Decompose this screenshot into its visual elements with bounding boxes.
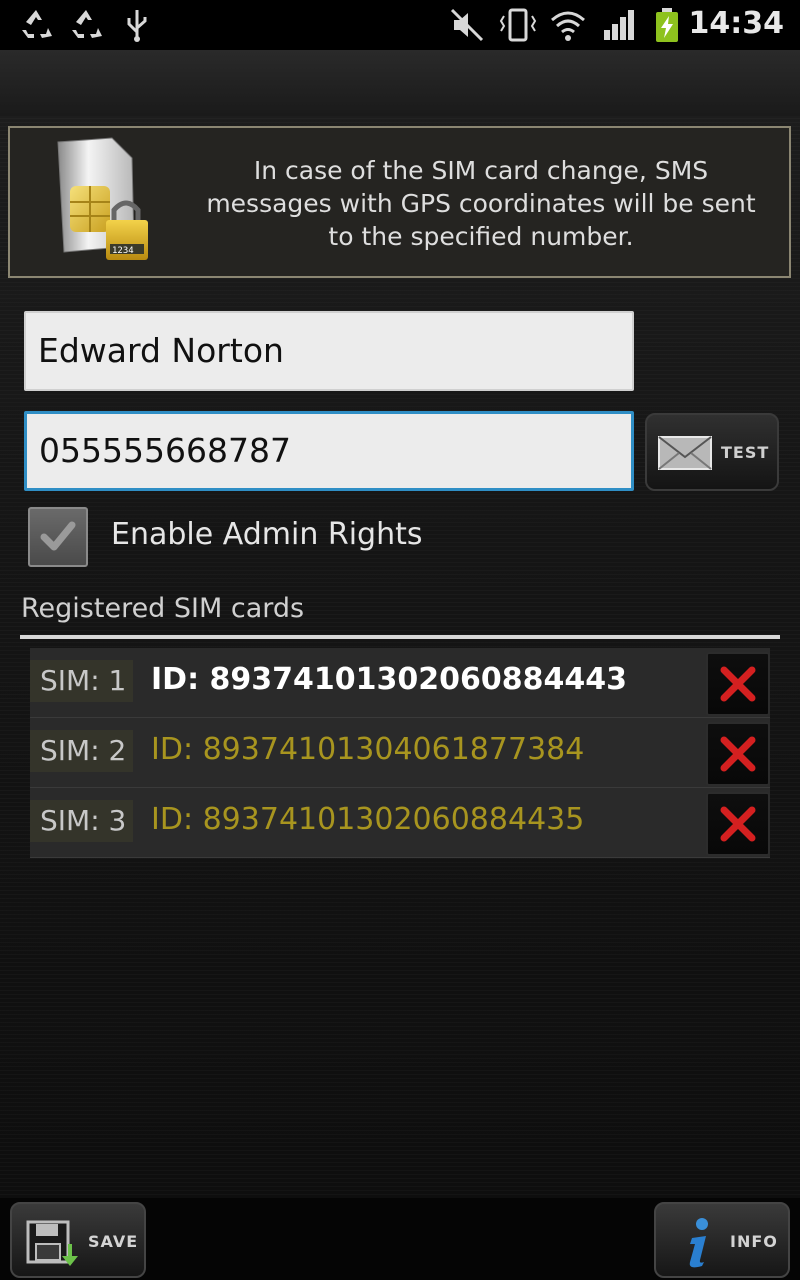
info-label: INFO [730, 1232, 778, 1251]
admin-rights-checkbox[interactable] [28, 507, 88, 567]
delete-x-icon [720, 806, 756, 842]
sim-row[interactable]: SIM: 2 ID: 89374101304061877384 [30, 718, 770, 788]
sim-list: SIM: 1 ID: 89374101302060884443 SIM: 2 I… [30, 648, 770, 858]
sim-lock-icon: 1234 [50, 134, 160, 278]
usb-icon [124, 8, 150, 46]
checkmark-icon [40, 521, 76, 551]
delete-sim-button[interactable] [706, 722, 770, 786]
recycle-icon [68, 8, 104, 46]
title-bar [0, 50, 800, 116]
sim-id: ID: 89374101302060884435 [151, 802, 585, 837]
sim-row[interactable]: SIM: 3 ID: 89374101302060884435 [30, 788, 770, 858]
sim-id: ID: 89374101302060884443 [151, 662, 627, 697]
wifi-icon [548, 8, 588, 46]
info-panel: 1234 In case of the SIM card change, SMS… [8, 126, 791, 278]
registered-sims-heading: Registered SIM cards [21, 593, 305, 624]
vibrate-icon [498, 8, 538, 46]
delete-sim-button[interactable] [706, 652, 770, 716]
sim-id: ID: 89374101304061877384 [151, 732, 585, 767]
delete-sim-button[interactable] [706, 792, 770, 856]
contact-name-field[interactable]: Edward Norton [24, 311, 634, 391]
save-label: SAVE [88, 1232, 139, 1251]
status-bar: 14:34 [0, 0, 800, 50]
envelope-icon [658, 436, 712, 470]
phone-number-field[interactable]: 055555668787 [24, 411, 634, 491]
floppy-save-icon [26, 1220, 78, 1266]
signal-icon [602, 8, 636, 46]
battery-charging-icon [654, 8, 680, 48]
delete-x-icon [720, 666, 756, 702]
clock: 14:34 [688, 6, 785, 41]
sim-row[interactable]: SIM: 1 ID: 89374101302060884443 [30, 648, 770, 718]
test-sms-button[interactable]: TEST [645, 413, 779, 491]
info-button[interactable]: INFO [654, 1202, 790, 1278]
sim-slot-label: SIM: 2 [30, 730, 133, 772]
sim-slot-label: SIM: 3 [30, 800, 133, 842]
test-label: TEST [721, 443, 770, 462]
lock-code: 1234 [112, 246, 134, 256]
sim-slot-label: SIM: 1 [30, 660, 133, 702]
info-message: In case of the SIM card change, SMS mess… [206, 156, 756, 251]
info-icon [689, 1218, 708, 1268]
admin-rights-label[interactable]: Enable Admin Rights [111, 517, 423, 552]
section-divider [20, 635, 780, 639]
save-button[interactable]: SAVE [10, 1202, 146, 1278]
mute-icon [450, 8, 484, 46]
delete-x-icon [720, 736, 756, 772]
recycle-icon [18, 8, 54, 46]
